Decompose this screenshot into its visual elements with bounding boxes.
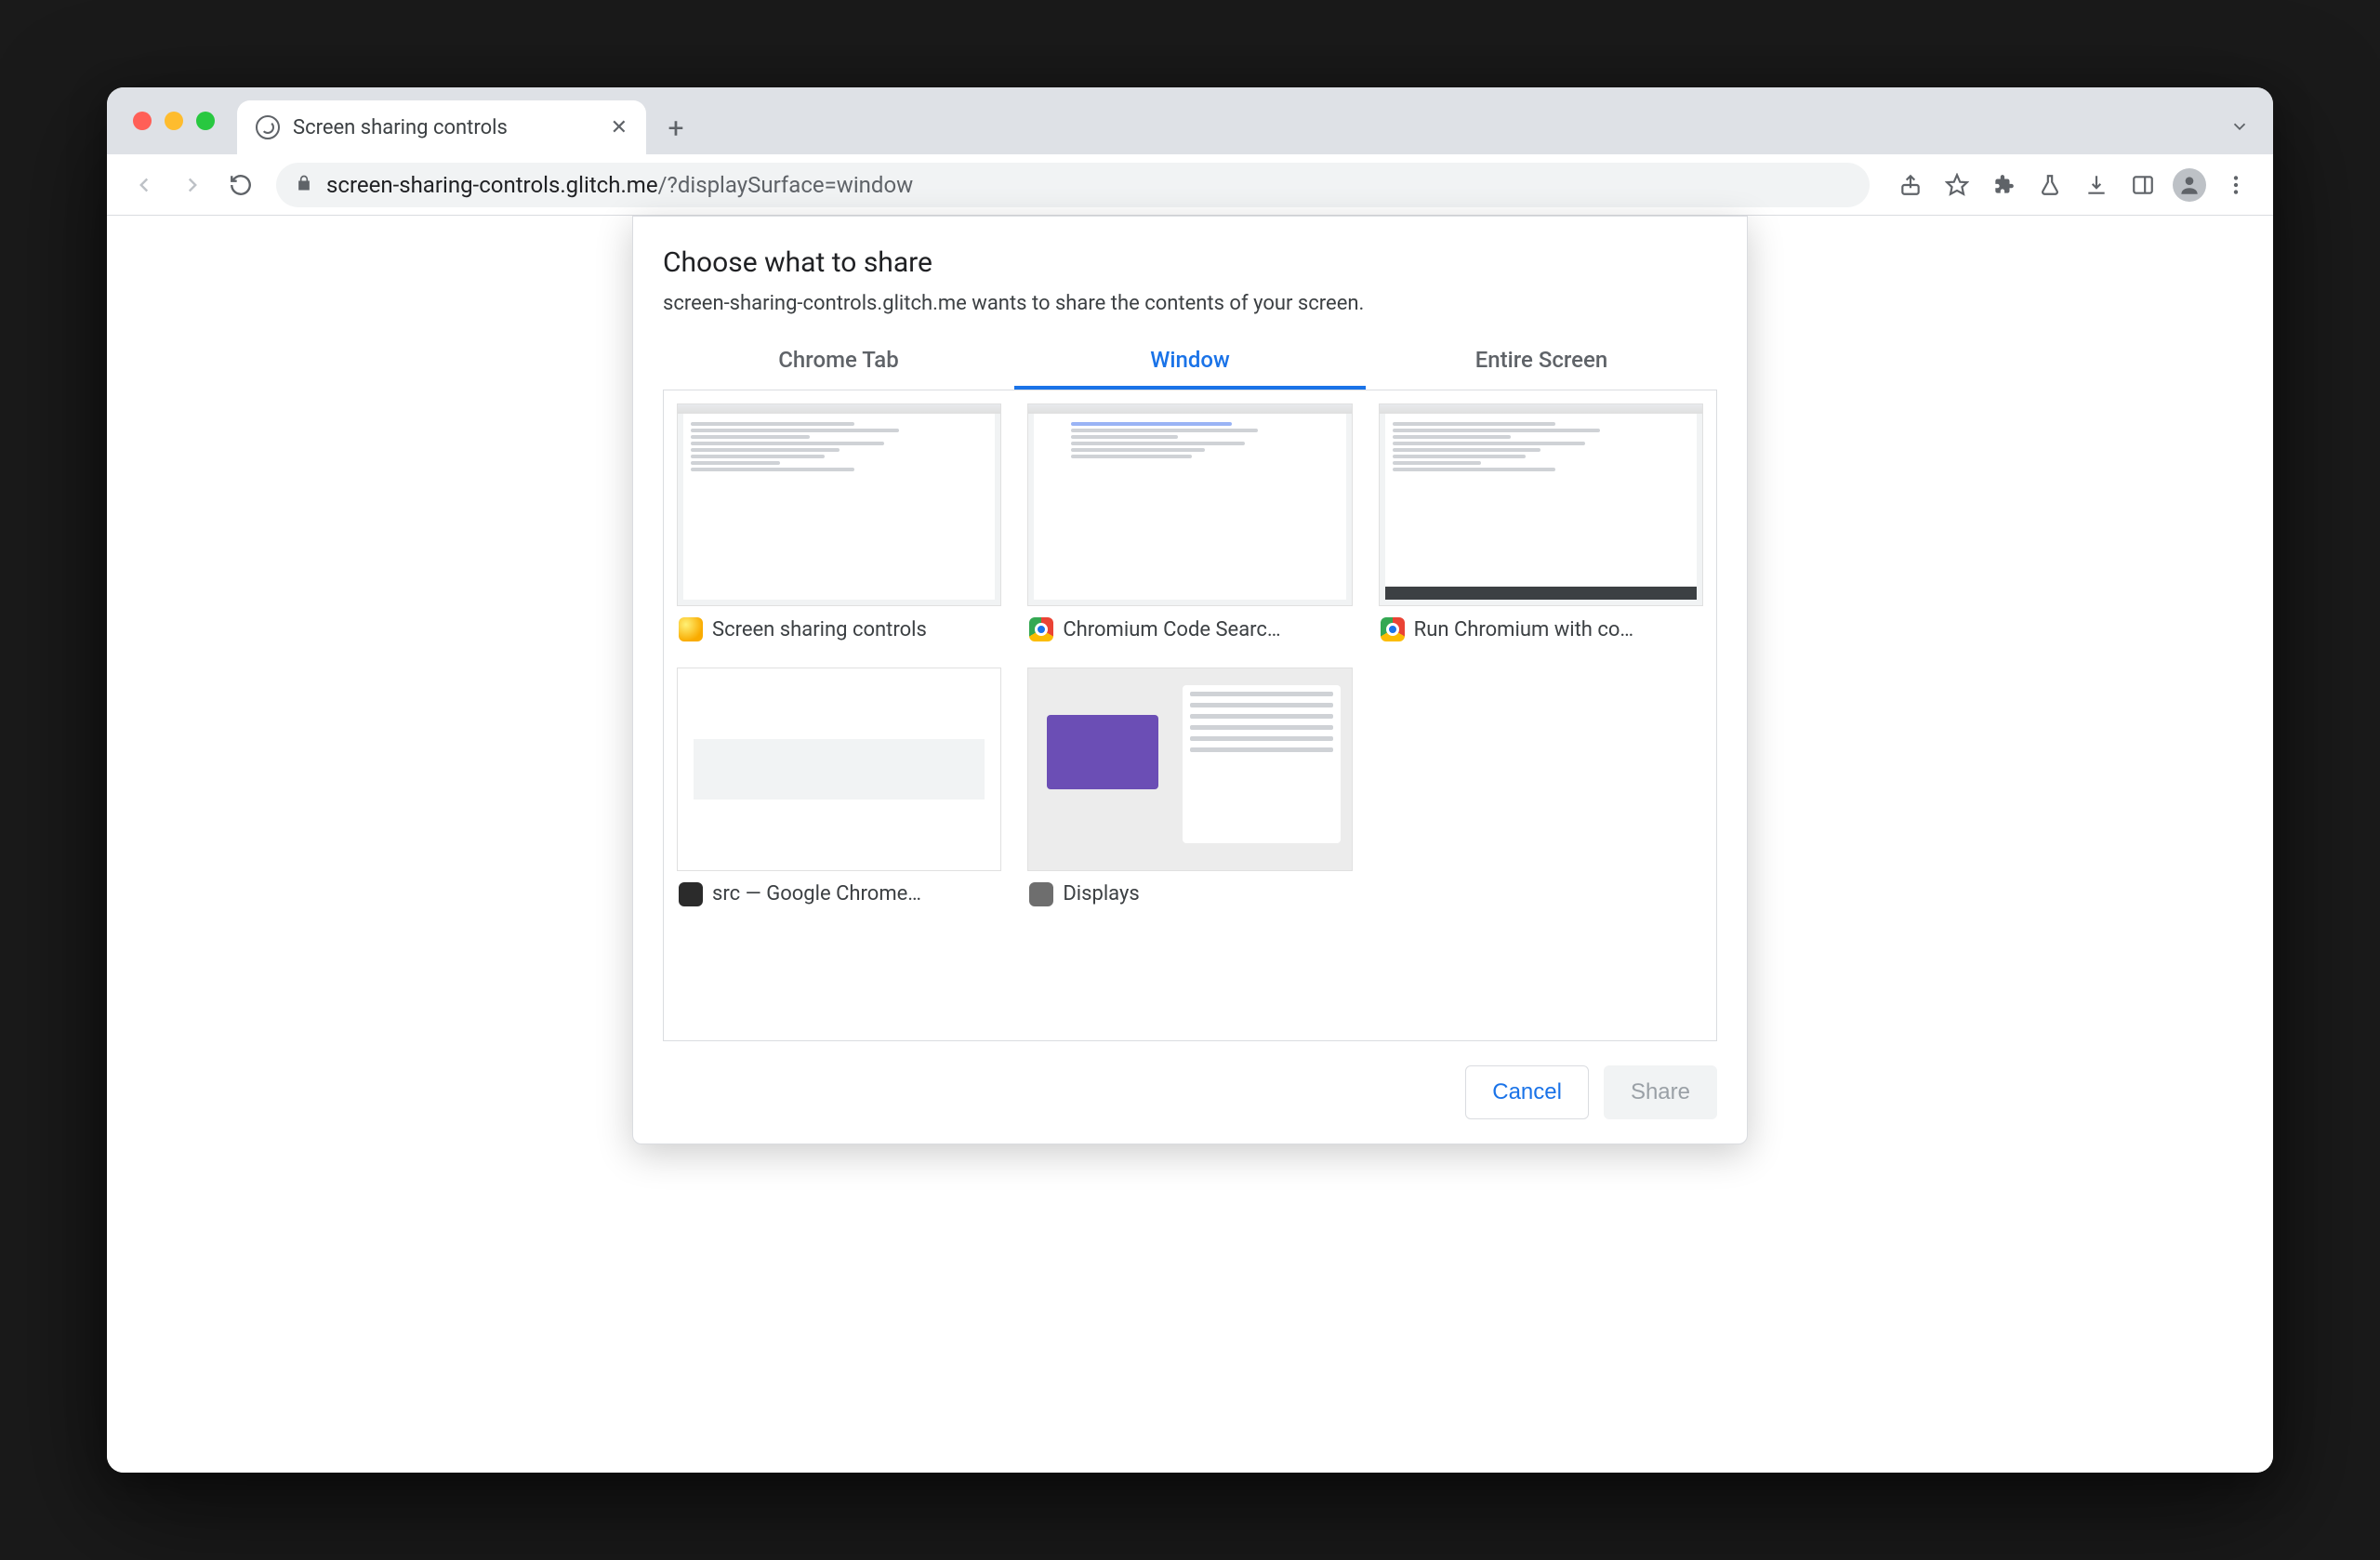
window-label: Run Chromium with co… [1414,618,1633,641]
back-button[interactable] [124,165,165,205]
settings-icon [1029,882,1053,906]
tab-title: Screen sharing controls [293,116,508,139]
new-tab-button[interactable]: + [655,108,696,149]
url-text: screen-sharing-controls.glitch.me/?displ… [326,172,913,198]
side-panel-button[interactable] [2122,165,2163,205]
globe-icon [256,115,280,139]
window-label: Displays [1063,882,1139,906]
forward-button[interactable] [172,165,213,205]
terminal-icon [679,882,703,906]
chrome-icon [1381,617,1405,641]
share-dialog: Choose what to share screen-sharing-cont… [632,216,1748,1144]
extensions-button[interactable] [1983,165,2024,205]
window-label: Chromium Code Searc… [1063,618,1280,641]
window-thumbnail [1027,668,1352,870]
window-option[interactable]: Screen sharing controls [677,403,1001,645]
window-thumbnail [677,668,1001,870]
window-thumbnail [677,403,1001,606]
window-label: Screen sharing controls [712,618,927,641]
menu-button[interactable] [2215,165,2256,205]
reload-button[interactable] [220,165,261,205]
window-minimize-button[interactable] [165,112,183,130]
downloads-button[interactable] [2076,165,2117,205]
toolbar: screen-sharing-controls.glitch.me/?displ… [107,154,2273,216]
window-options-panel: Screen sharing controls Chromium Code Se… [663,390,1717,1041]
window-thumbnail [1027,403,1352,606]
page-content: Choose what to share screen-sharing-cont… [107,216,2273,1473]
dialog-title: Choose what to share [663,246,1717,279]
tab-entire-screen[interactable]: Entire Screen [1366,334,1717,390]
avatar-icon [2173,168,2206,202]
cancel-button[interactable]: Cancel [1465,1065,1589,1119]
lock-icon [295,172,313,198]
share-source-tabs: Chrome Tab Window Entire Screen [663,334,1717,390]
tab-overflow-button[interactable] [2219,106,2260,147]
window-thumbnail [1379,403,1703,606]
chrome-canary-icon [679,617,703,641]
browser-window: Screen sharing controls ✕ + screen-shari… [107,87,2273,1473]
tab-close-button[interactable]: ✕ [611,116,628,139]
window-option[interactable]: src — Google Chrome… [677,668,1001,909]
share-button[interactable]: Share [1604,1065,1717,1119]
dialog-subtitle: screen-sharing-controls.glitch.me wants … [663,292,1717,315]
chrome-icon [1029,617,1053,641]
tab-strip: Screen sharing controls ✕ + [107,87,2273,154]
dialog-actions: Cancel Share [663,1065,1717,1119]
profile-button[interactable] [2169,165,2210,205]
address-bar[interactable]: screen-sharing-controls.glitch.me/?displ… [276,163,1870,207]
tab-window[interactable]: Window [1014,334,1366,390]
tab-chrome-tab[interactable]: Chrome Tab [663,334,1014,390]
window-option[interactable]: Chromium Code Searc… [1027,403,1352,645]
window-option[interactable]: Displays [1027,668,1352,909]
window-maximize-button[interactable] [196,112,215,130]
window-label: src — Google Chrome… [712,882,921,906]
bookmark-button[interactable] [1937,165,1977,205]
share-page-button[interactable] [1890,165,1931,205]
window-controls [133,112,215,130]
labs-button[interactable] [2030,165,2070,205]
window-option[interactable]: Run Chromium with co… [1379,403,1703,645]
window-close-button[interactable] [133,112,152,130]
browser-tab[interactable]: Screen sharing controls ✕ [237,100,646,154]
